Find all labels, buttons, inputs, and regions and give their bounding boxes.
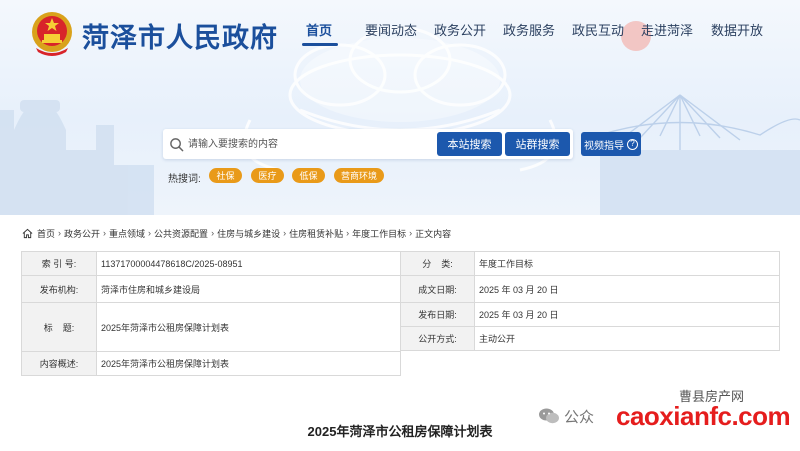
nav-item-gov-services[interactable]: 政务服务 (503, 20, 555, 39)
nav-item-gov-affairs[interactable]: 政务公开 (434, 20, 486, 39)
hot-search-label: 热搜词: (168, 174, 201, 185)
breadcrumb-separator: › (346, 228, 350, 238)
info-label: 分 类: (401, 252, 475, 275)
info-label: 索 引 号: (22, 252, 97, 275)
breadcrumb-gov-open[interactable]: 政务公开 (64, 227, 100, 240)
breadcrumb-current: 正文内容 (415, 228, 452, 239)
info-row-publish-date: 发布日期: 2025 年 03 月 20 日 (401, 303, 779, 327)
info-row-summary: 内容概述: 2025年菏泽市公租房保障计划表 (22, 352, 400, 375)
info-row-disclosure: 公开方式: 主动公开 (401, 327, 779, 350)
breadcrumb: 首页 › 政务公开 › 重点领域 › 公共资源配置 › 住房与城乡建设 › 住房租赁补贴 ›… (22, 226, 451, 240)
breadcrumb-rent-subsidy[interactable]: 住房租赁补贴 (289, 227, 343, 240)
breadcrumb-public-resources[interactable]: 公共资源配置 (154, 227, 208, 240)
info-value: 菏泽市住房和城乡建设局 (101, 284, 201, 295)
breadcrumb-home[interactable]: 首页 (37, 227, 55, 240)
info-table-left: 索 引 号: 11371700004478618C/2025-08951 发布机… (21, 251, 401, 376)
breadcrumb-separator: › (103, 228, 107, 238)
breadcrumb-separator: › (148, 228, 152, 238)
info-row-index: 索 引 号: 11371700004478618C/2025-08951 (22, 252, 400, 276)
breadcrumb-separator: › (211, 228, 215, 238)
watermark-public-label: 公众 (564, 409, 595, 426)
info-row-publisher: 发布机构: 菏泽市住房和城乡建设局 (22, 276, 400, 303)
nav-active-indicator (302, 43, 338, 46)
nav-item-news[interactable]: 要闻动态 (365, 20, 417, 39)
info-label: 成文日期: (401, 276, 475, 302)
site-search-button[interactable]: 本站搜索 (437, 132, 502, 156)
hot-word-subsistence[interactable]: 低保 (292, 168, 325, 183)
search-icon (170, 138, 184, 152)
info-row-written-date: 成文日期: 2025 年 03 月 20 日 (401, 276, 779, 303)
info-row-category: 分 类: 年度工作目标 (401, 252, 779, 276)
info-table-right: 分 类: 年度工作目标 成文日期: 2025 年 03 月 20 日 发布日期:… (401, 251, 780, 351)
info-value: 2025年菏泽市公租房保障计划表 (101, 322, 230, 333)
info-value: 主动公开 (479, 334, 516, 344)
hot-word-social-security[interactable]: 社保 (209, 168, 242, 183)
info-label: 发布机构: (22, 276, 97, 302)
info-value: 2025 年 03 月 20 日 (479, 310, 559, 320)
info-row-title: 标 题: 2025年菏泽市公租房保障计划表 (22, 303, 400, 352)
home-icon (22, 228, 33, 238)
video-guide-label: 视频指导 (584, 140, 624, 152)
wechat-icon (539, 408, 559, 424)
search-input[interactable] (188, 132, 428, 156)
breadcrumb-housing[interactable]: 住房与城乡建设 (217, 227, 280, 240)
info-label: 标 题: (22, 303, 97, 351)
info-value: 2025年菏泽市公租房保障计划表 (101, 359, 230, 369)
breadcrumb-separator: › (409, 228, 413, 238)
national-emblem-logo (32, 12, 72, 56)
breadcrumb-annual-goals[interactable]: 年度工作目标 (352, 227, 406, 240)
hot-word-business-env[interactable]: 营商环境 (334, 168, 384, 183)
watermark-brand: caoxianfc.com (616, 401, 791, 431)
info-value: 年度工作目标 (479, 259, 534, 269)
breadcrumb-separator: › (283, 228, 287, 238)
nav-item-about-heze[interactable]: 走进菏泽 (641, 20, 693, 39)
hot-word-medical[interactable]: 医疗 (251, 168, 284, 183)
nav-item-interaction[interactable]: 政民互动 (572, 20, 624, 39)
info-label: 内容概述: (22, 352, 97, 375)
breadcrumb-key-areas[interactable]: 重点领域 (109, 227, 145, 240)
info-value: 11371700004478618C/2025-08951 (101, 258, 243, 269)
nav-item-open-data[interactable]: 数据开放 (711, 20, 763, 39)
video-guide-button[interactable]: 视频指导 ? (581, 132, 641, 156)
breadcrumb-separator: › (58, 228, 62, 238)
help-icon: ? (627, 138, 638, 150)
info-value: 2025 年 03 月 20 日 (479, 284, 559, 295)
site-title[interactable]: 菏泽市人民政府 (82, 16, 278, 55)
nav-item-home[interactable]: 首页 (306, 20, 332, 39)
info-label: 发布日期: (401, 303, 475, 326)
info-label: 公开方式: (401, 327, 475, 350)
group-search-button[interactable]: 站群搜索 (505, 132, 570, 156)
